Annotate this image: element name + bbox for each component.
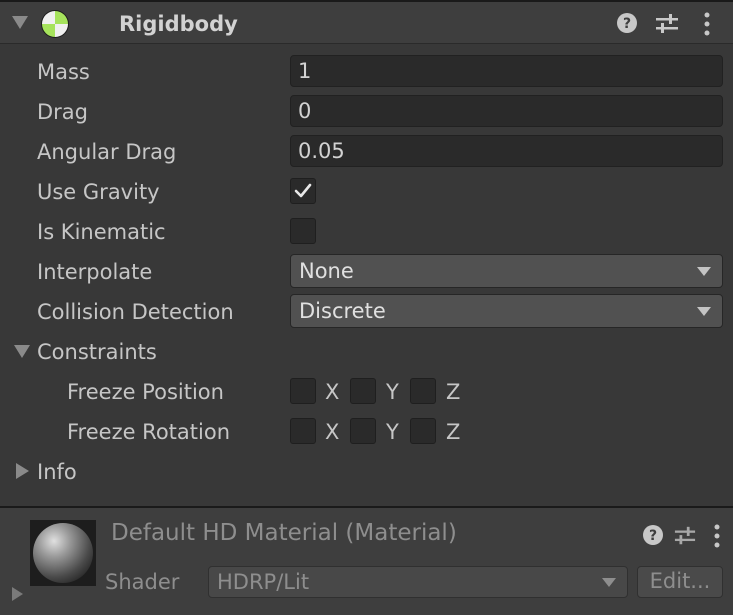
use-gravity-label: Use Gravity [37, 180, 160, 204]
material-preview [30, 520, 96, 586]
collision-detection-label: Collision Detection [37, 300, 234, 324]
more-vertical-icon[interactable] [712, 524, 722, 548]
more-vertical-icon[interactable] [702, 12, 712, 36]
angular-drag-field[interactable]: 0.05 [290, 135, 723, 167]
info-label[interactable]: Info [37, 458, 77, 486]
interpolate-label: Interpolate [37, 260, 153, 284]
checkmark-icon [294, 183, 312, 198]
collision-detection-dropdown[interactable]: Discrete [290, 294, 723, 328]
constraints-foldout-icon[interactable] [14, 345, 30, 358]
freeze-position-z-label: Z [446, 380, 461, 404]
freeze-rotation-z-checkbox[interactable] [410, 418, 436, 444]
freeze-rotation-x-checkbox[interactable] [290, 418, 316, 444]
use-gravity-checkbox[interactable] [290, 178, 316, 204]
svg-text:?: ? [649, 528, 657, 544]
freeze-position-y-label: Y [386, 380, 399, 404]
foldout-arrow-icon[interactable] [12, 16, 28, 29]
freeze-rotation-y-label: Y [386, 420, 399, 444]
interpolate-dropdown[interactable]: None [290, 254, 723, 288]
dropdown-arrow-icon [697, 267, 711, 276]
mass-label: Mass [37, 60, 90, 84]
shader-dropdown[interactable]: HDRP/Lit [208, 566, 628, 598]
component-header[interactable]: Rigidbody ? [0, 0, 733, 44]
freeze-position-x-checkbox[interactable] [290, 378, 316, 404]
freeze-rotation-y-checkbox[interactable] [350, 418, 376, 444]
mass-field[interactable]: 1 [290, 55, 723, 87]
presets-sliders-icon[interactable] [655, 13, 679, 35]
shader-value: HDRP/Lit [217, 570, 310, 594]
info-foldout-icon[interactable] [16, 463, 29, 479]
presets-sliders-icon[interactable] [674, 525, 696, 547]
freeze-rotation-z-label: Z [446, 420, 461, 444]
component-title: Rigidbody [119, 12, 238, 36]
is-kinematic-checkbox[interactable] [290, 218, 316, 244]
freeze-position-label: Freeze Position [67, 380, 224, 404]
material-foldout-icon[interactable] [12, 587, 23, 601]
constraints-label[interactable]: Constraints [37, 338, 157, 366]
shader-label: Shader [105, 570, 180, 594]
edit-shader-button[interactable]: Edit... [637, 566, 723, 598]
material-title: Default HD Material (Material) [111, 520, 457, 546]
freeze-rotation-label: Freeze Rotation [67, 420, 231, 444]
rigidbody-icon [41, 10, 69, 38]
svg-text:?: ? [623, 16, 631, 32]
collision-detection-value: Discrete [299, 299, 386, 323]
material-section: Default HD Material (Material) ? Shader … [0, 506, 733, 615]
freeze-position-y-checkbox[interactable] [350, 378, 376, 404]
help-icon[interactable]: ? [643, 525, 663, 545]
freeze-position-z-checkbox[interactable] [410, 378, 436, 404]
material-sphere-icon [33, 523, 93, 583]
interpolate-value: None [299, 259, 354, 283]
drag-label: Drag [37, 100, 89, 124]
freeze-position-x-label: X [325, 380, 340, 404]
angular-drag-label: Angular Drag [37, 140, 177, 164]
dropdown-arrow-icon [697, 307, 711, 316]
drag-field[interactable]: 0 [290, 95, 723, 127]
freeze-rotation-x-label: X [325, 420, 340, 444]
dropdown-arrow-icon [602, 578, 616, 587]
help-icon[interactable]: ? [617, 13, 637, 33]
is-kinematic-label: Is Kinematic [37, 220, 166, 244]
